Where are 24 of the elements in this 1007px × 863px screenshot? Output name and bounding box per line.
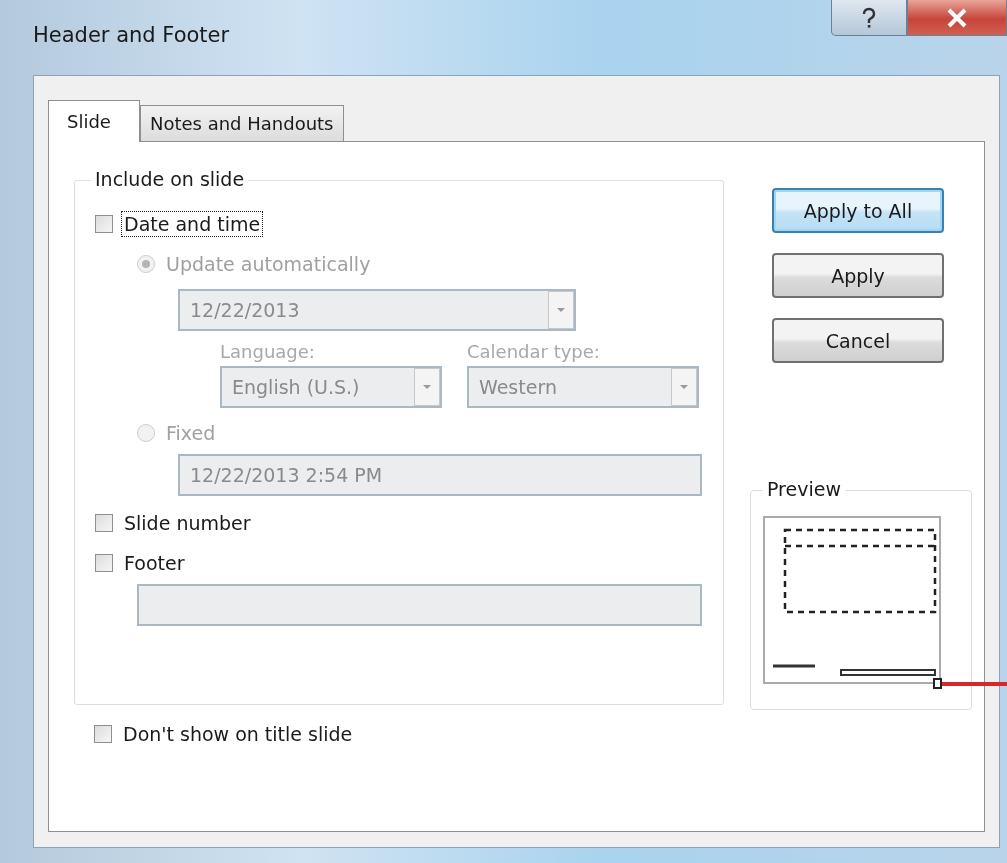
caret-icon <box>548 291 574 329</box>
dialog-button[interactable]: Cancel <box>772 318 944 363</box>
checkbox[interactable] <box>95 514 113 532</box>
checkbox-label[interactable]: Slide number <box>121 510 254 536</box>
checkbox-label[interactable]: Date and time <box>121 211 264 237</box>
checkbox[interactable] <box>95 215 113 233</box>
caret-icon <box>671 368 697 406</box>
close-icon <box>946 7 968 28</box>
help-button[interactable] <box>831 0 907 36</box>
dialog-button[interactable]: Apply <box>772 253 944 298</box>
dialog-button[interactable]: Apply to All <box>772 188 944 233</box>
tab[interactable]: Notes and Handouts <box>139 105 344 141</box>
window-title: Header and Footer <box>33 23 230 47</box>
close-button[interactable] <box>907 0 1007 36</box>
checkbox-label[interactable]: Footer <box>121 550 188 576</box>
question-mark-icon <box>860 6 878 29</box>
footer-placeholder-icon <box>933 678 942 689</box>
checkbox[interactable] <box>95 554 113 572</box>
field-label: Calendar type: <box>467 341 601 362</box>
caret-icon <box>414 368 440 406</box>
checkbox-label[interactable]: Don't show on title slide <box>120 721 356 747</box>
checkbox[interactable] <box>94 725 112 743</box>
tab[interactable]: Slide <box>48 100 140 142</box>
field-label: Language: <box>220 341 316 362</box>
